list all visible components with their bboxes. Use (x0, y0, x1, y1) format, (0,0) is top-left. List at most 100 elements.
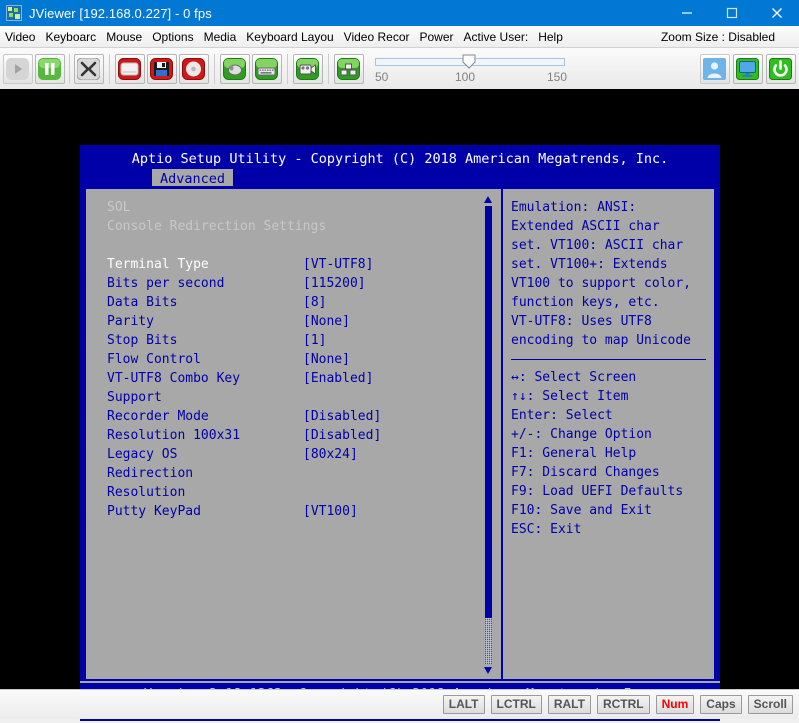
menu-keyboard-layout-label: Keyboard Layou (246, 30, 333, 44)
toolbar-separator (328, 54, 329, 84)
maximize-icon[interactable] (709, 0, 754, 26)
status-key-ralt[interactable]: RALT (548, 695, 591, 714)
help-desc-line: Emulation: ANSI: (511, 198, 708, 217)
bios-settings-pane: SOL Console Redirection Settings Termina… (86, 189, 501, 679)
toolbar-right-group (700, 48, 796, 89)
menu-keyboard-layout[interactable]: Keyboard Layou (241, 26, 338, 47)
option-value: [115200] (303, 274, 366, 293)
help-key-line: ESC: Exit (511, 520, 708, 539)
bios-option-recorder-mode[interactable]: Recorder Mode [Disabled] (107, 407, 501, 426)
zoom-slider[interactable]: 50 100 150 (375, 52, 565, 86)
bios-option-bits-per-second[interactable]: Bits per second [115200] (107, 274, 501, 293)
console-button[interactable] (733, 54, 763, 84)
toolbar-group-chassis (331, 54, 367, 84)
option-value: [8] (303, 293, 326, 312)
footer-divider (80, 681, 720, 683)
option-value: [Disabled] (303, 407, 381, 426)
menu-options[interactable]: Options (147, 26, 198, 47)
menu-help[interactable]: Help (533, 26, 568, 47)
menu-video[interactable]: Video (0, 26, 40, 47)
zoom-slider-thumb[interactable] (461, 54, 477, 70)
status-key-lalt[interactable]: LALT (443, 695, 485, 714)
option-value: [1] (303, 331, 326, 350)
drive-icon (118, 58, 142, 80)
bios-option-parity[interactable]: Parity [None] (107, 312, 501, 331)
record-button[interactable] (179, 54, 209, 84)
bios-option-legacy-os-redirection-resolution[interactable]: Legacy OS [80x24] (107, 445, 501, 464)
status-key-rctrl[interactable]: RCTRL (597, 695, 650, 714)
bios-option-terminal-type[interactable]: Terminal Type [VT-UTF8] (107, 255, 501, 274)
bios-option-data-bits[interactable]: Data Bits [8] (107, 293, 501, 312)
menu-video-record-label: Video Recor (344, 30, 410, 44)
help-key-line: F1: General Help (511, 444, 708, 463)
toolbar-separator (109, 54, 110, 84)
window-titlebar[interactable]: JViewer [192.168.0.227] - 0 fps (0, 0, 799, 26)
bios-option-putty-keypad[interactable]: Putty KeyPad [VT100] (107, 502, 501, 521)
status-key-lctrl[interactable]: LCTRL (491, 695, 542, 714)
scroll-up-arrow-icon[interactable] (484, 195, 493, 204)
option-label: Terminal Type (107, 255, 303, 274)
help-key-line: ↑↓: Select Item (511, 387, 708, 406)
bios-tabbar: Advanced (80, 169, 720, 186)
menu-media-label: Media (204, 30, 237, 44)
server-icon (337, 58, 361, 80)
help-desc-line: function keys, etc. (511, 293, 708, 312)
close-icon[interactable] (754, 0, 799, 26)
status-key-caps[interactable]: Caps (700, 695, 741, 714)
menu-video-record[interactable]: Video Recor (339, 26, 415, 47)
menu-active-users[interactable]: Active User: (459, 26, 534, 47)
menu-options-label: Options (152, 30, 193, 44)
menu-power[interactable]: Power (415, 26, 459, 47)
scrollbar-thumb[interactable] (485, 206, 492, 618)
tab-advanced[interactable]: Advanced (152, 169, 233, 186)
bios-option-resolution-100x31[interactable]: Resolution 100x31 [Disabled] (107, 426, 501, 445)
bios-option-flow-control[interactable]: Flow Control [None] (107, 350, 501, 369)
minimize-icon[interactable] (664, 0, 709, 26)
menu-power-label: Power (420, 30, 454, 44)
bios-option-stop-bits[interactable]: Stop Bits [1] (107, 331, 501, 350)
menu-keyboard-label: Keyboarc (45, 30, 96, 44)
pause-button[interactable] (35, 54, 65, 84)
scroll-down-arrow-icon[interactable] (484, 666, 493, 675)
option-value: [VT-UTF8] (303, 255, 373, 274)
menu-mouse[interactable]: Mouse (101, 26, 147, 47)
mouse-icon (223, 58, 247, 80)
play-button[interactable] (3, 54, 33, 84)
video-record-button[interactable] (293, 54, 323, 84)
status-key-scroll[interactable]: Scroll (748, 695, 793, 714)
mouse-button[interactable] (220, 54, 250, 84)
help-key-line: ↔: Select Screen (511, 368, 708, 387)
help-separator (511, 359, 706, 360)
status-key-num[interactable]: Num (656, 695, 695, 714)
option-value: [Disabled] (303, 426, 381, 445)
option-value: [None] (303, 350, 350, 369)
user-icon (703, 58, 727, 80)
keyboard-button[interactable] (252, 54, 282, 84)
bios-option-support-wrap: Support (107, 388, 501, 407)
menu-media[interactable]: Media (199, 26, 242, 47)
active-user-button[interactable] (700, 54, 730, 84)
menu-video-label: Video (5, 30, 35, 44)
floppy-disk-icon (150, 58, 174, 80)
toolbar-group-media (112, 54, 212, 84)
bios-option-vt-utf8-combo-key[interactable]: VT-UTF8 Combo Key [Enabled] (107, 369, 501, 388)
cd-image-button[interactable] (115, 54, 145, 84)
floppy-image-button[interactable] (147, 54, 177, 84)
help-key-line: F10: Save and Exit (511, 501, 708, 520)
chassis-button[interactable] (334, 54, 364, 84)
power-button[interactable] (766, 54, 796, 84)
toolbar-group-capture (290, 54, 326, 84)
help-key-line: +/-: Change Option (511, 425, 708, 444)
kvm-video-area[interactable]: Aptio Setup Utility - Copyright (C) 2018… (0, 89, 799, 690)
bios-body: SOL Console Redirection Settings Termina… (84, 187, 716, 681)
window-controls (664, 0, 799, 26)
option-label: VT-UTF8 Combo Key (107, 369, 303, 388)
menubar: Video Keyboarc Mouse Options Media Keybo… (0, 26, 799, 48)
option-value: [80x24] (303, 445, 358, 464)
mouse-cursor-icon (444, 99, 456, 117)
help-key-line: F9: Load UEFI Defaults (511, 482, 708, 501)
fullscreen-button[interactable] (74, 54, 104, 84)
bios-scrollbar[interactable] (484, 195, 493, 675)
help-desc-line: VT-UTF8: Uses UTF8 (511, 312, 708, 331)
menu-keyboard[interactable]: Keyboarc (40, 26, 101, 47)
